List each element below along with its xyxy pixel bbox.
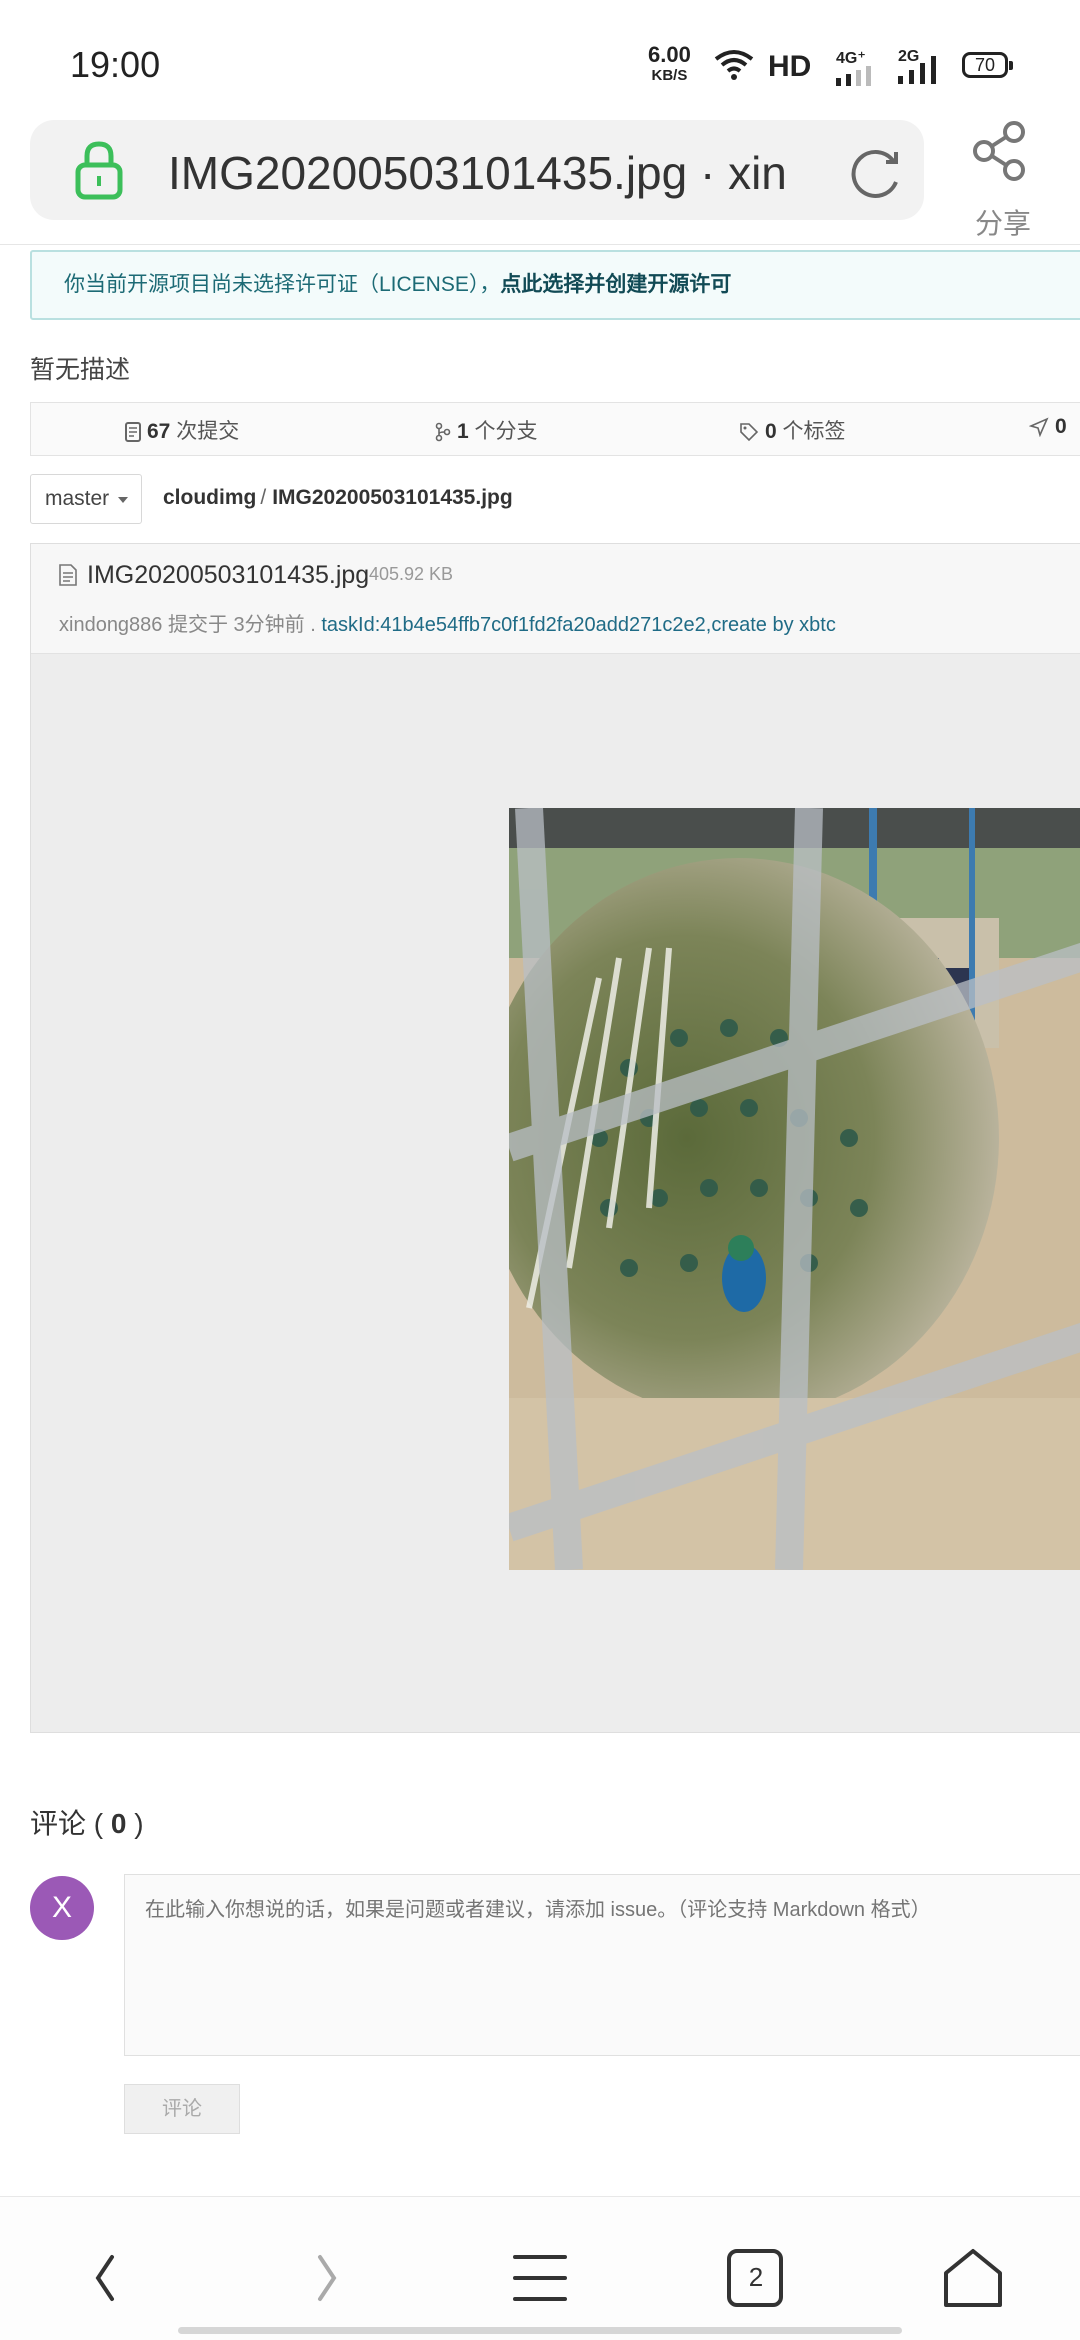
breadcrumb-file: IMG20200503101435.jpg	[272, 486, 513, 509]
commit-author[interactable]: xindong886	[59, 614, 162, 636]
comment-input[interactable]	[124, 1874, 1080, 2056]
divider	[0, 244, 1080, 245]
status-bar: 19:00 6.00 KB/S HD 4G⁺ 2G 70	[0, 0, 1080, 120]
repo-description: 暂无描述	[30, 356, 131, 384]
send-icon	[1028, 417, 1049, 438]
network-speed-unit: KB/S	[651, 67, 688, 84]
releases-stat[interactable]: 0	[1028, 415, 1067, 439]
tab-count: 2	[748, 2262, 764, 2292]
license-notice-text: 你当前开源项目尚未选择许可证（LICENSE），	[64, 273, 501, 296]
4g-indicator: 4G⁺	[836, 50, 866, 67]
network-speed: 6.00 KB/S	[648, 42, 691, 84]
battery-indicator: 70	[962, 52, 1013, 78]
tags-stat[interactable]: 0 个标签	[739, 415, 846, 445]
home-icon[interactable]	[938, 2243, 1008, 2313]
license-notice: 你当前开源项目尚未选择许可证（LICENSE），点此选择并创建开源许可	[30, 250, 1080, 320]
last-commit-info: xindong886 提交于 3分钟前 . taskId:41b4e54ffb7…	[59, 608, 836, 637]
branch-select[interactable]: master	[30, 474, 142, 524]
signal-2g-icon	[898, 56, 936, 84]
comments-count: 0	[110, 1808, 127, 1839]
branch-name: master	[45, 487, 110, 510]
create-license-link[interactable]: 点此选择并创建开源许可	[500, 273, 731, 296]
network-speed-value: 6.00	[648, 42, 691, 67]
caret-down-icon	[118, 497, 128, 503]
branch-icon	[435, 422, 451, 442]
comments-title-prefix: 评论 (	[30, 1808, 111, 1839]
branches-label: 个分支	[474, 420, 538, 443]
repo-stats-bar: 67 次提交 1 个分支 0 个标签 0	[30, 402, 1080, 456]
file-size: 405.92 KB	[369, 564, 454, 584]
comments-title-suffix: )	[126, 1808, 144, 1839]
releases-count: 0	[1055, 415, 1067, 438]
wifi-icon	[714, 50, 754, 80]
status-time: 19:00	[70, 44, 161, 85]
tags-label: 个标签	[782, 420, 846, 443]
comment-submit-button[interactable]: 评论	[124, 2084, 240, 2134]
back-icon[interactable]	[72, 2243, 142, 2313]
gesture-bar[interactable]	[178, 2327, 902, 2334]
commit-icon	[125, 422, 141, 442]
file-header: IMG20200503101435.jpg 405.92 KB xindong8…	[31, 544, 1080, 654]
commits-stat[interactable]: 67 次提交	[125, 415, 239, 445]
commits-count: 67	[147, 420, 171, 443]
breadcrumb-separator: /	[260, 486, 267, 509]
browser-bottom-nav	[0, 2196, 1080, 2340]
file-name: IMG20200503101435.jpg	[87, 561, 370, 589]
file-icon	[59, 564, 77, 586]
forward-icon[interactable]	[290, 2243, 360, 2313]
branches-count: 1	[457, 420, 469, 443]
breadcrumb-root[interactable]: cloudimg	[163, 486, 256, 509]
share-label[interactable]: 分享	[975, 202, 1031, 242]
lock-icon	[75, 141, 123, 200]
hd-indicator: HD	[768, 50, 812, 83]
peacock-photo	[509, 808, 1080, 1570]
reload-icon[interactable]	[848, 144, 904, 200]
commit-message-link[interactable]: taskId:41b4e54ffb7c0f1fd2fa20add271c2e2,…	[321, 614, 835, 636]
share-icon[interactable]	[970, 120, 1030, 182]
comments-title: 评论 ( 0 )	[30, 1802, 144, 1842]
signal-4g-icon	[836, 66, 871, 86]
commits-label: 次提交	[176, 420, 240, 443]
tags-count: 0	[765, 420, 777, 443]
address-bar[interactable]: IMG20200503101435.jpg · xin	[30, 120, 924, 220]
file-viewer: IMG20200503101435.jpg 405.92 KB xindong8…	[30, 543, 1080, 1733]
branches-stat[interactable]: 1 个分支	[435, 415, 538, 445]
url-title: IMG20200503101435.jpg · xin	[168, 147, 787, 199]
commit-time: 提交于 3分钟前 .	[168, 614, 316, 636]
user-avatar: X	[30, 1876, 94, 1940]
image-preview[interactable]	[509, 808, 1080, 1570]
menu-icon[interactable]	[505, 2243, 575, 2313]
breadcrumb: cloudimg / IMG20200503101435.jpg	[163, 486, 513, 510]
tag-icon	[740, 423, 759, 442]
